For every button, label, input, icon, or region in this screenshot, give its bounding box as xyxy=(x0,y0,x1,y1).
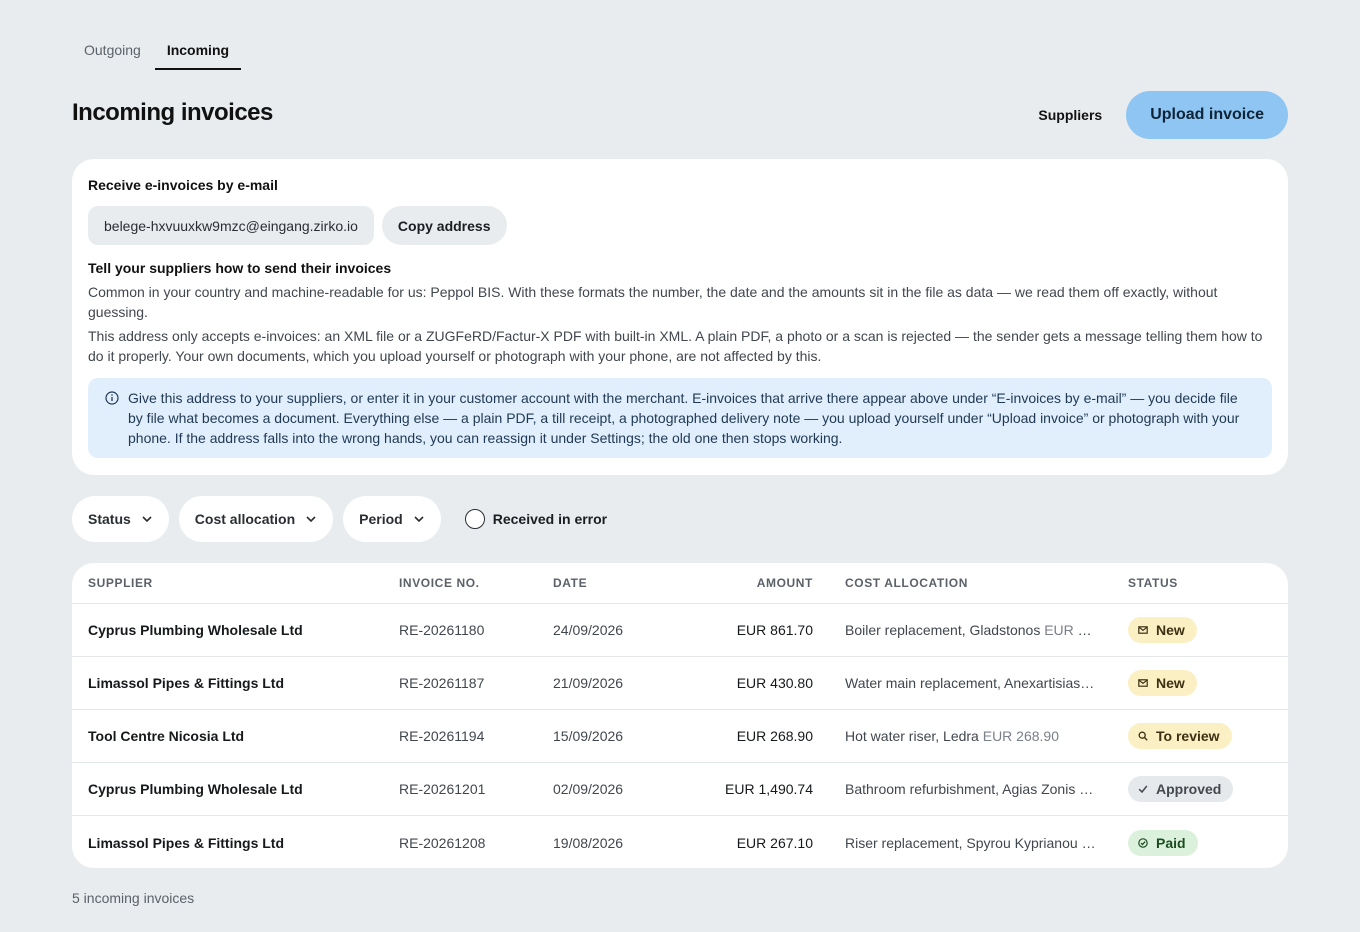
amount-cell: EUR 861.70 xyxy=(736,622,813,638)
instructions-title: Tell your suppliers how to send their in… xyxy=(88,260,392,276)
status-cell: Paid xyxy=(1128,829,1198,856)
check-icon xyxy=(1138,784,1156,794)
table-header: SUPPLIER INVOICE NO. DATE AMOUNT COST AL… xyxy=(72,563,1288,604)
cost-allocation-amount: EUR 268.90 xyxy=(982,728,1060,744)
supplier-cell: Limassol Pipes & Fittings Ltd xyxy=(88,834,285,851)
header-supplier[interactable]: SUPPLIER xyxy=(88,576,153,590)
period-filter[interactable]: Period xyxy=(343,496,441,542)
mail-icon xyxy=(1138,678,1156,688)
status-cell: New xyxy=(1128,617,1197,643)
invoice-no-cell: RE-20261187 xyxy=(399,675,485,691)
supplier-cell: Tool Centre Nicosia Ltd xyxy=(88,728,245,744)
chevron-down-icon xyxy=(142,516,152,523)
instructions-paragraph-1: Common in your country and machine-reada… xyxy=(88,284,1218,320)
tab-incoming[interactable]: Incoming xyxy=(154,32,242,70)
chevron-down-icon xyxy=(414,516,424,523)
upload-invoice-button[interactable]: Upload invoice xyxy=(1126,91,1288,139)
supplier-cell: Cyprus Plumbing Wholesale Ltd xyxy=(88,622,303,638)
header-date[interactable]: DATE xyxy=(553,576,587,590)
header-amount[interactable]: AMOUNT xyxy=(757,576,813,590)
cost-allocation-text: Bathroom refurbishment, Agias Zonis xyxy=(845,781,1076,797)
instructions-paragraph-2: This address only accepts e-invoices: an… xyxy=(88,328,1263,364)
status-badge: Approved xyxy=(1128,776,1234,802)
tab-bar: Outgoing Incoming xyxy=(72,32,243,70)
status-badge: New xyxy=(1128,617,1197,643)
received-in-error-checkbox[interactable] xyxy=(464,509,485,529)
invoices-table: SUPPLIER INVOICE NO. DATE AMOUNT COST AL… xyxy=(72,563,1288,868)
chevron-down-icon xyxy=(306,516,316,523)
cost-allocation-cell: Boiler replacement, Gladstonos EUR 861.7… xyxy=(845,622,1097,638)
table-row[interactable]: Cyprus Plumbing Wholesale Ltd RE-20261180… xyxy=(72,604,1288,657)
status-badge: Paid xyxy=(1128,829,1198,856)
amount-cell: EUR 430.80 xyxy=(736,675,813,691)
status-badge: New xyxy=(1128,670,1197,696)
cost-allocation-amount: EUR 267.10 xyxy=(1081,834,1097,851)
email-card-title: Receive e-invoices by e-mail xyxy=(88,177,278,193)
copy-address-button[interactable]: Copy address xyxy=(381,206,507,245)
status-cell: New xyxy=(1128,670,1197,696)
suppliers-button[interactable]: Suppliers xyxy=(1038,107,1102,123)
date-cell: 21/09/2026 xyxy=(553,675,624,691)
cost-allocation-text: Riser replacement, Spyrou Kyprianou xyxy=(845,834,1078,851)
table-row[interactable]: Limassol Pipes & Fittings Ltd RE-20261208… xyxy=(72,816,1288,868)
date-cell: 19/08/2026 xyxy=(553,834,624,851)
status-label: New xyxy=(1156,675,1185,691)
cost-allocation-amount: EUR 861.70 xyxy=(1044,622,1097,638)
mail-icon xyxy=(1138,625,1156,635)
cost-allocation-cell: Hot water riser, Ledra EUR 268.90 xyxy=(845,728,1097,744)
amount-cell: EUR 268.90 xyxy=(736,728,813,744)
cost-allocation-text: Water main replacement, Anexartisias xyxy=(845,675,1081,691)
status-label: Paid xyxy=(1156,834,1186,851)
cost-allocation-cell: Bathroom refurbishment, Agias Zonis EUR … xyxy=(845,781,1097,797)
cost-allocation-amount: EUR 1,490.74 xyxy=(1079,781,1097,797)
invoice-no-cell: RE-20261208 xyxy=(399,834,486,851)
info-text: Give this address to your suppliers, or … xyxy=(128,390,1240,446)
date-cell: 15/09/2026 xyxy=(553,728,624,744)
amount-cell: EUR 1,490.74 xyxy=(725,781,813,797)
invoice-no-cell: RE-20261194 xyxy=(399,728,485,744)
supplier-cell: Cyprus Plumbing Wholesale Ltd xyxy=(88,781,303,797)
table-row[interactable]: Limassol Pipes & Fittings Ltd RE-20261187… xyxy=(72,657,1288,710)
header-actions: Suppliers Upload invoice xyxy=(1038,91,1288,139)
amount-cell: EUR 267.10 xyxy=(736,834,813,851)
period-filter-label: Period xyxy=(359,511,403,527)
cost-allocation-text: Boiler replacement, Gladstonos xyxy=(845,622,1041,638)
header-status[interactable]: STATUS xyxy=(1128,576,1178,590)
table-row[interactable]: Tool Centre Nicosia Ltd RE-20261194 15/09/… xyxy=(72,710,1288,763)
received-in-error-label: Received in error xyxy=(492,511,608,527)
status-label: To review xyxy=(1156,728,1220,744)
cost-allocation-cell: Water main replacement, Anexartisias EUR… xyxy=(845,675,1097,691)
tab-outgoing[interactable]: Outgoing xyxy=(72,32,153,70)
supplier-cell: Limassol Pipes & Fittings Ltd xyxy=(88,675,285,691)
cost-allocation-filter[interactable]: Cost allocation xyxy=(178,496,334,542)
status-cell: To review xyxy=(1128,723,1232,749)
info-callout: Give this address to your suppliers, or … xyxy=(88,378,1272,458)
cost-allocation-text: Hot water riser, Ledra xyxy=(845,728,979,744)
header-cost-allocation[interactable]: COST ALLOCATION xyxy=(845,576,1097,590)
status-label: New xyxy=(1156,622,1185,638)
date-cell: 24/09/2026 xyxy=(553,622,624,638)
invoice-count: 5 incoming invoices xyxy=(72,890,195,906)
search-icon xyxy=(1138,731,1156,741)
cost-allocation-cell: Riser replacement, Spyrou Kyprianou EUR … xyxy=(845,835,1097,851)
invoice-no-cell: RE-20261180 xyxy=(399,622,485,638)
header-invoice-no[interactable]: INVOICE NO. xyxy=(399,576,480,590)
status-cell: Approved xyxy=(1128,776,1234,802)
email-receive-card: Receive e-invoices by e-mail belege-hxvu… xyxy=(72,159,1288,475)
filter-bar: Status Cost allocation Period Received i… xyxy=(72,496,607,542)
status-filter[interactable]: Status xyxy=(72,496,169,542)
table-row[interactable]: Cyprus Plumbing Wholesale Ltd RE-20261201… xyxy=(72,763,1288,816)
status-label: Approved xyxy=(1156,781,1222,797)
info-icon xyxy=(105,391,119,405)
page-title: Incoming invoices xyxy=(72,99,273,126)
date-cell: 02/09/2026 xyxy=(553,781,624,797)
check-circle-icon xyxy=(1138,837,1156,848)
cost-allocation-filter-label: Cost allocation xyxy=(194,511,296,527)
status-badge: To review xyxy=(1128,723,1232,749)
address-row: belege-hxvuuxkw9mzc@eingang.zirko.io Cop… xyxy=(88,206,1272,245)
email-address-field[interactable]: belege-hxvuuxkw9mzc@eingang.zirko.io xyxy=(88,206,374,245)
status-filter-label: Status xyxy=(88,511,131,527)
invoice-no-cell: RE-20261201 xyxy=(399,781,486,797)
received-in-error-toggle[interactable]: Received in error xyxy=(464,509,608,529)
